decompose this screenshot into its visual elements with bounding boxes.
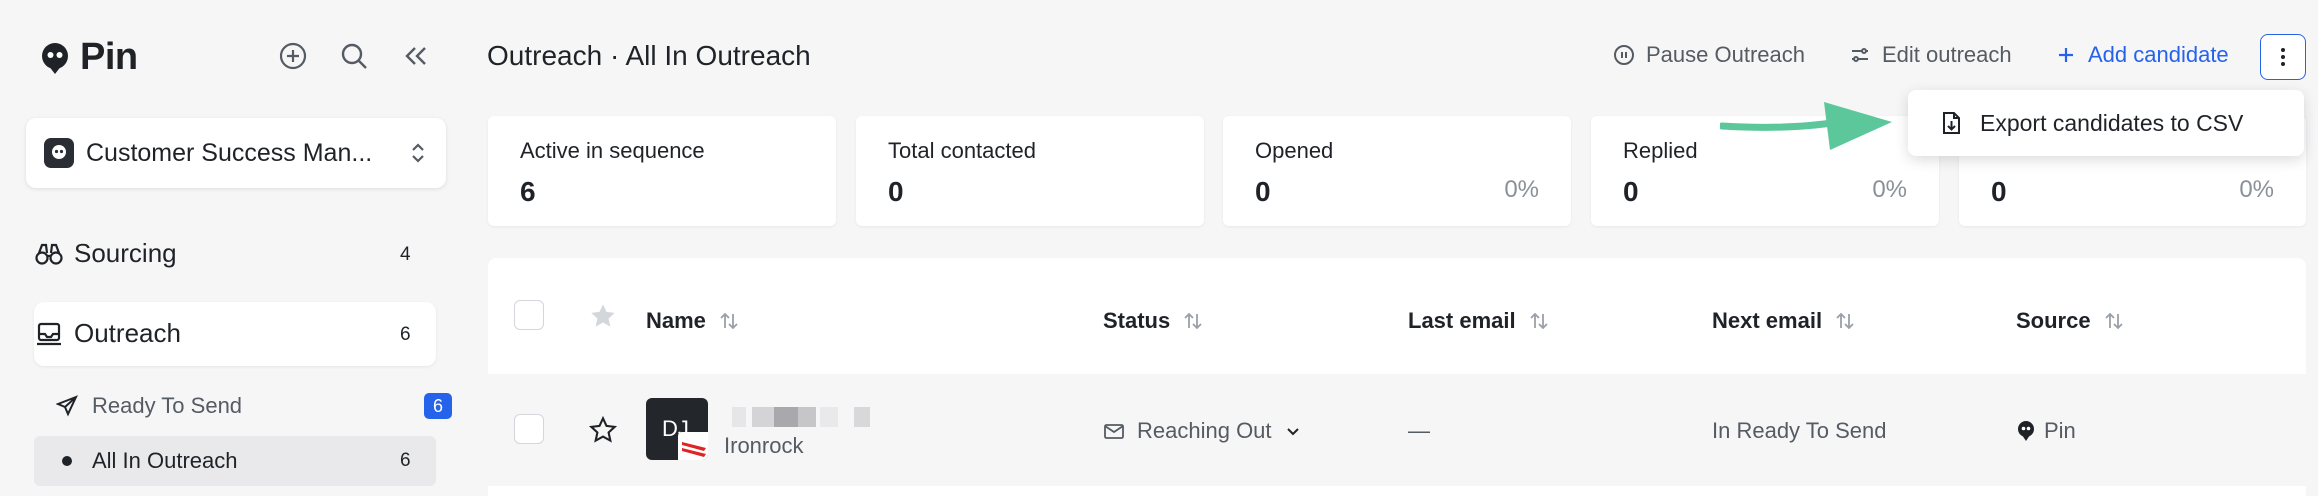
stat-value: 0 — [1255, 176, 1271, 207]
sidebar-item-label: Sourcing — [74, 238, 177, 268]
sort-icon — [1529, 312, 1548, 330]
source-label: Pin — [2044, 418, 2076, 443]
mail-icon — [1104, 424, 1124, 439]
company-logo-icon — [682, 442, 706, 457]
stat-label: Replied — [1623, 138, 1698, 163]
pin-logo-icon — [2018, 421, 2034, 441]
candidate-company: Ironrock — [724, 433, 804, 458]
stat-value: 0 — [888, 176, 904, 207]
edit-outreach-label: Edit outreach — [1882, 42, 2012, 67]
column-header-name[interactable]: Name — [646, 308, 740, 334]
add-candidate-label: Add candidate — [2088, 42, 2229, 67]
pause-outreach-button[interactable]: Pause Outreach — [1612, 42, 1805, 68]
sidebar-item-count: 6 — [400, 324, 411, 345]
column-header-label: Next email — [1712, 308, 1823, 333]
sidebar-item-count: 4 — [400, 244, 411, 265]
sidebar-item-sourcing[interactable]: Sourcing — [34, 238, 177, 269]
stat-value: 6 — [520, 176, 536, 207]
chevron-down-icon — [1286, 428, 1299, 436]
binoculars-icon — [35, 243, 63, 265]
row-checkbox[interactable] — [514, 414, 544, 444]
column-header-label: Status — [1103, 308, 1171, 333]
select-all-checkbox[interactable] — [514, 300, 544, 330]
file-download-icon — [1943, 112, 1960, 134]
sort-icon — [1184, 312, 1202, 330]
stat-label: Active in sequence — [520, 138, 705, 163]
star-outline-icon[interactable] — [588, 416, 618, 444]
workspace-name: Customer Success Man... — [86, 138, 373, 167]
column-header-last-email[interactable]: Last email — [1408, 308, 1550, 334]
workspace-avatar — [44, 138, 74, 168]
more-options-button[interactable] — [2260, 34, 2306, 80]
sidebar-item-label: Outreach — [74, 318, 181, 348]
sidebar-subitem-ready-to-send[interactable]: Ready To Send 6 — [34, 381, 452, 431]
redacted-name — [732, 407, 746, 427]
sidebar-subitem-count: 6 — [400, 450, 411, 471]
stat-value: 0 — [1623, 176, 1639, 207]
inbox-icon — [37, 322, 61, 345]
status-label: Reaching Out — [1137, 418, 1272, 443]
column-header-label: Name — [646, 308, 706, 333]
column-header-next-email[interactable]: Next email — [1712, 308, 1856, 334]
sidebar-item-outreach[interactable]: Outreach — [34, 318, 181, 349]
annotation-arrow-icon — [1720, 102, 1892, 150]
stat-label: Total contacted — [888, 138, 1036, 163]
app-name: Pin — [80, 36, 138, 78]
chevron-up-down-icon — [412, 143, 424, 163]
sidebar-subitem-label: All In Outreach — [92, 448, 238, 473]
collapse-sidebar-icon[interactable] — [399, 40, 431, 72]
stat-percent: 0% — [1872, 176, 1907, 203]
last-email-value: — — [1408, 418, 1430, 443]
sliders-icon — [1852, 48, 1868, 62]
add-circle-icon[interactable] — [277, 40, 309, 72]
sort-icon — [1836, 312, 1854, 330]
sidebar: Pin Customer Success Man... Sourcing 4 O… — [0, 0, 462, 496]
edit-outreach-button[interactable]: Edit outreach — [1848, 42, 2012, 68]
redacted-name — [774, 407, 798, 427]
candidates-table: Name Status Last email Next email Source… — [488, 258, 2306, 496]
column-header-source[interactable]: Source — [2016, 308, 2125, 334]
stat-percent: 0% — [1504, 176, 1539, 203]
app-logo[interactable]: Pin — [38, 36, 138, 79]
source-cell: Pin — [2016, 418, 2076, 444]
star-icon[interactable] — [588, 302, 618, 330]
table-row[interactable]: DJ Ironrock Reaching Out — In Ready To S… — [488, 374, 2306, 486]
stat-card-total-contacted: Total contacted 0 — [856, 116, 1204, 226]
pin-logo-icon — [52, 145, 66, 159]
stat-card-opened: Opened 0 0% — [1223, 116, 1571, 226]
column-header-label: Source — [2016, 308, 2091, 333]
pause-icon — [1614, 45, 1634, 65]
redacted-name — [820, 407, 838, 427]
sort-icon — [2104, 312, 2123, 330]
add-candidate-button[interactable]: Add candidate — [2054, 42, 2229, 68]
pin-logo-icon — [42, 42, 68, 74]
candidate-avatar: DJ — [646, 398, 708, 460]
stat-percent: 0% — [2239, 176, 2274, 203]
redacted-name — [798, 407, 816, 427]
count-badge: 6 — [424, 393, 452, 419]
more-vertical-icon — [2281, 48, 2285, 66]
export-csv-label: Export candidates to CSV — [1980, 109, 2244, 136]
send-icon — [56, 395, 78, 417]
redacted-name — [752, 407, 774, 427]
page-title: Outreach · All In Outreach — [487, 40, 811, 71]
redacted-name — [854, 407, 870, 427]
sort-icon — [720, 312, 738, 330]
export-csv-menu-item[interactable]: Export candidates to CSV — [1908, 90, 2304, 156]
dot-icon — [62, 456, 72, 466]
workspace-selector[interactable]: Customer Success Man... — [26, 118, 446, 188]
plus-icon — [2059, 48, 2073, 62]
company-logo — [678, 432, 708, 460]
stat-value: 0 — [1991, 176, 2007, 207]
sidebar-subitem-label: Ready To Send — [92, 393, 243, 418]
search-icon[interactable] — [338, 40, 370, 72]
pause-outreach-label: Pause Outreach — [1646, 42, 1805, 67]
column-header-label: Last email — [1408, 308, 1516, 333]
stat-label: Opened — [1255, 138, 1334, 163]
stat-card-active: Active in sequence 6 — [488, 116, 836, 226]
column-header-status[interactable]: Status — [1103, 308, 1204, 334]
status-dropdown[interactable]: Reaching Out — [1103, 418, 1302, 444]
sidebar-subitem-all-in-outreach[interactable]: All In Outreach 6 — [34, 436, 436, 486]
next-email-value: In Ready To Send — [1712, 418, 1887, 443]
